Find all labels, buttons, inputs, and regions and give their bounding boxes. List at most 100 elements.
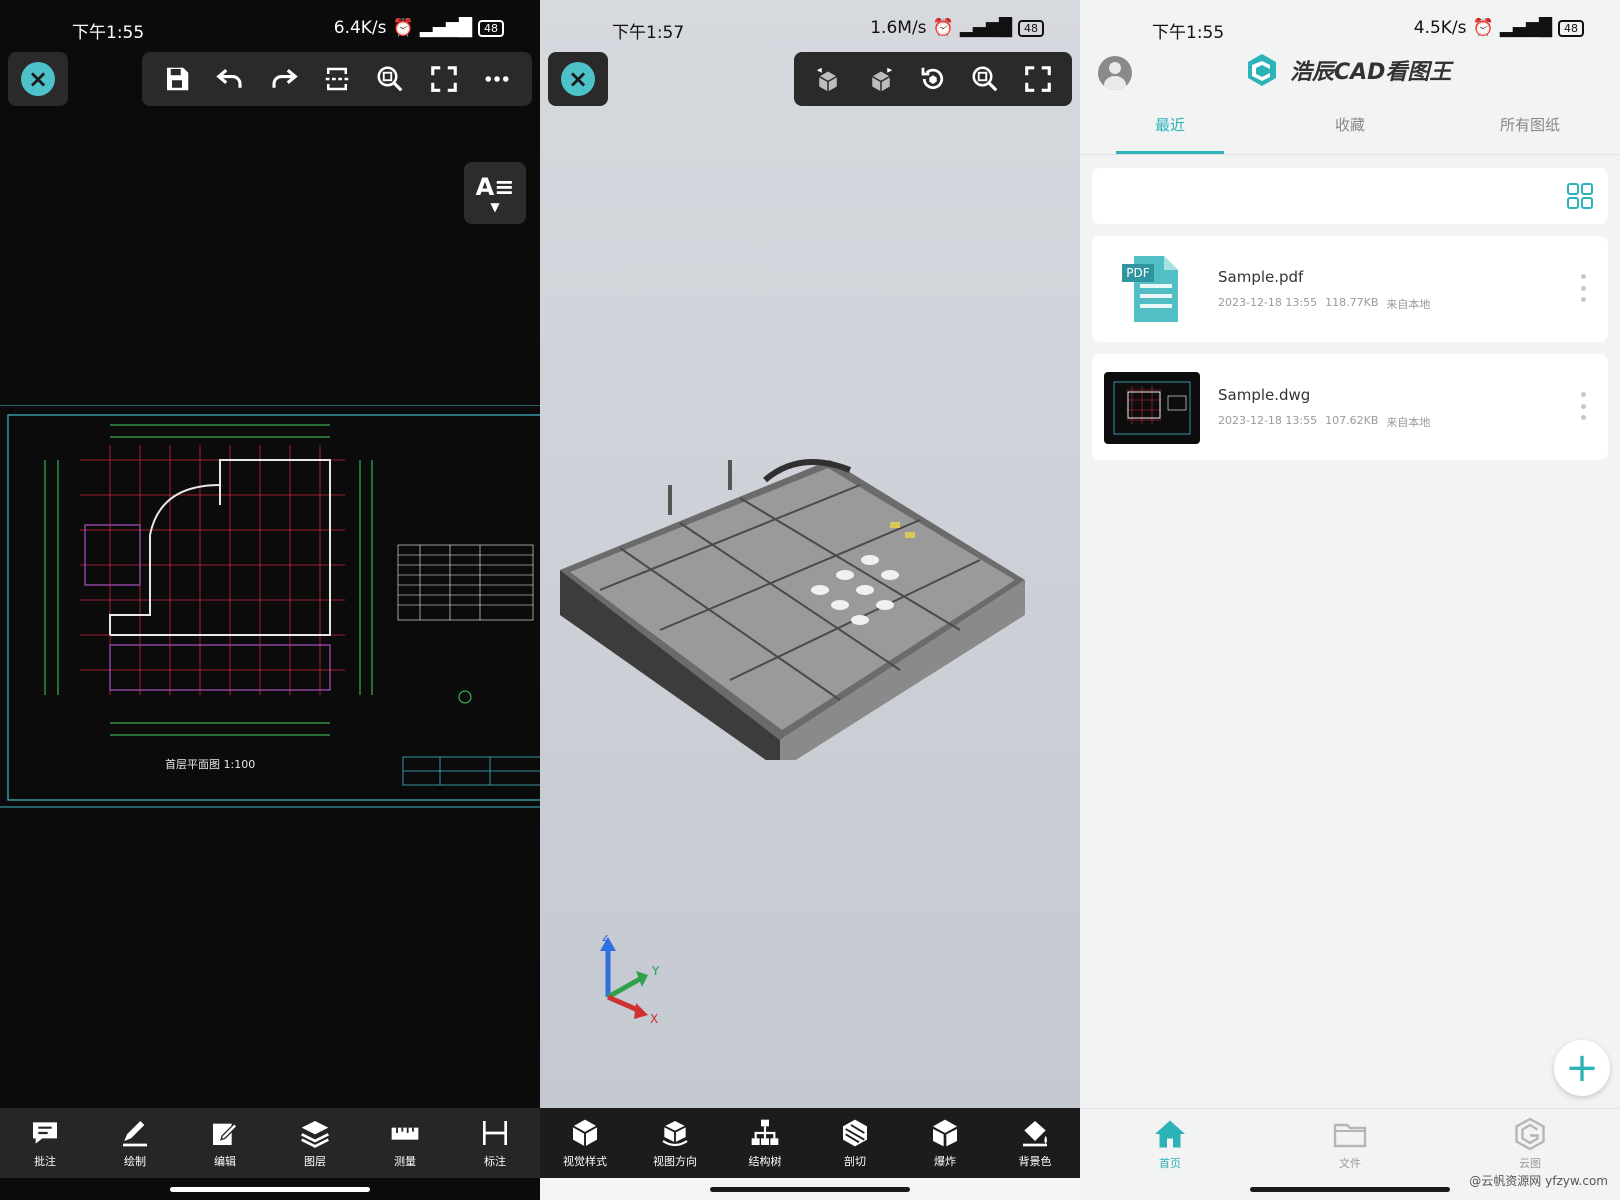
- tool-label: 爆炸: [934, 1155, 956, 1168]
- tool-structure-tree[interactable]: 结构树: [720, 1117, 810, 1169]
- text-style-button[interactable]: A≡ ▼: [464, 162, 526, 224]
- close-icon: ×: [561, 62, 595, 96]
- text-style-label: A≡: [475, 173, 515, 201]
- tool-visual-style[interactable]: 视觉样式: [540, 1117, 630, 1169]
- nav-cloud[interactable]: 云图: [1440, 1110, 1620, 1180]
- more-icon[interactable]: [477, 59, 517, 99]
- tab-favorites[interactable]: 收藏: [1260, 104, 1440, 154]
- status-bar: 下午1:55 4.5K/s ⏰ ▂▄▆█ 48: [1080, 0, 1620, 44]
- top-toolbar: [142, 52, 532, 106]
- bottom-toolbar: 批注 绘制 编辑 图层 测量 标注: [0, 1108, 540, 1178]
- network-speed: 1.6M/s: [870, 18, 927, 38]
- reset-view-icon[interactable]: [913, 59, 953, 99]
- tool-view-direction[interactable]: 视图方向: [630, 1117, 720, 1169]
- grid-view-icon[interactable]: [1566, 182, 1594, 210]
- nav-label: 首页: [1159, 1157, 1181, 1170]
- plus-icon: +: [1565, 1045, 1599, 1091]
- viewer-2d-panel: 下午1:55 6.4K/s ⏰ ▂▄▆█ 48 × A≡ ▼ 首层平面图 1:1…: [0, 0, 540, 1200]
- pencil-icon: [123, 1121, 147, 1147]
- save-icon[interactable]: [157, 59, 197, 99]
- divider: [1080, 1108, 1620, 1109]
- section-cut-icon: [843, 1119, 867, 1147]
- folder-icon: [1333, 1123, 1367, 1148]
- battery-icon: 48: [1018, 19, 1044, 37]
- app-logo-icon: [1248, 54, 1276, 86]
- home-panel: 下午1:55 4.5K/s ⏰ ▂▄▆█ 48 浩辰CAD看图王 最近 收藏 所…: [1080, 0, 1620, 1200]
- home-indicator: [1250, 1187, 1450, 1192]
- tool-draw[interactable]: 绘制: [90, 1117, 180, 1169]
- more-options-icon[interactable]: [1580, 274, 1586, 302]
- structure-tree-icon: [751, 1119, 779, 1145]
- cube-rotate-left-icon[interactable]: [808, 59, 848, 99]
- tool-label: 视图方向: [653, 1155, 697, 1168]
- comment-icon: [33, 1122, 57, 1144]
- 3d-model-canvas[interactable]: [540, 440, 1080, 760]
- tool-label: 批注: [34, 1155, 56, 1168]
- tool-explode[interactable]: 爆炸: [900, 1117, 990, 1169]
- signal-icon: ▂▄▆█: [1499, 18, 1552, 38]
- network-speed: 4.5K/s: [1413, 18, 1467, 38]
- redo-icon[interactable]: [264, 59, 304, 99]
- status-right: 6.4K/s ⏰ ▂▄▆█ 48: [334, 18, 504, 38]
- close-icon: ×: [21, 62, 55, 96]
- search-bar[interactable]: [1092, 168, 1608, 224]
- close-button[interactable]: ×: [8, 52, 68, 106]
- alarm-icon: ⏰: [932, 18, 954, 38]
- tab-recent[interactable]: 最近: [1080, 104, 1260, 154]
- section-icon[interactable]: [317, 59, 357, 99]
- tool-section-cut[interactable]: 剖切: [810, 1117, 900, 1169]
- undo-icon[interactable]: [210, 59, 250, 99]
- axis-z-label: Z: [602, 935, 610, 944]
- file-item-pdf[interactable]: PDF Sample.pdf 2023-12-18 13:55 118.77KB…: [1092, 236, 1608, 342]
- axis-triad: Z Y X: [600, 935, 660, 1025]
- tool-label: 测量: [394, 1155, 416, 1168]
- file-size: 118.77KB: [1325, 296, 1379, 309]
- file-date: 2023-12-18 13:55: [1218, 296, 1318, 309]
- tool-dimension[interactable]: 标注: [450, 1117, 540, 1169]
- bottom-nav: 首页 文件 云图: [1080, 1110, 1620, 1180]
- bottom-toolbar: 视觉样式 视图方向 结构树 剖切 爆炸 背景色: [540, 1108, 1080, 1178]
- pdf-file-icon: PDF: [1122, 256, 1178, 322]
- file-source: 来自本地: [1386, 298, 1431, 311]
- tab-all-drawings[interactable]: 所有图纸: [1440, 104, 1620, 154]
- nav-files[interactable]: 文件: [1260, 1110, 1440, 1180]
- visual-style-icon: [572, 1119, 598, 1147]
- fullscreen-icon[interactable]: [1018, 59, 1058, 99]
- app-name: 浩辰CAD看图王: [1290, 60, 1452, 85]
- ruler-icon: [391, 1127, 419, 1140]
- file-meta: 2023-12-18 13:55 107.62KB 来自本地: [1218, 414, 1430, 430]
- file-name: Sample.dwg: [1218, 386, 1311, 404]
- fullscreen-icon[interactable]: [424, 59, 464, 99]
- more-options-icon[interactable]: [1580, 392, 1586, 420]
- file-item-dwg[interactable]: Sample.dwg 2023-12-18 13:55 107.62KB 来自本…: [1092, 354, 1608, 460]
- home-icon: [1155, 1120, 1185, 1148]
- tool-edit[interactable]: 编辑: [180, 1117, 270, 1169]
- close-button[interactable]: ×: [548, 52, 608, 106]
- nav-home[interactable]: 首页: [1080, 1110, 1260, 1180]
- status-right: 1.6M/s ⏰ ▂▄▆█ 48: [870, 18, 1044, 38]
- cad-drawing-canvas[interactable]: 首层平面图 1:100: [0, 405, 540, 810]
- tool-layers[interactable]: 图层: [270, 1117, 360, 1169]
- tab-bar: 最近 收藏 所有图纸: [1080, 104, 1620, 154]
- zoom-extents-icon[interactable]: [965, 59, 1005, 99]
- file-size: 107.62KB: [1325, 414, 1379, 427]
- tool-measure[interactable]: 测量: [360, 1117, 450, 1169]
- file-name: Sample.pdf: [1218, 268, 1304, 286]
- tool-label: 标注: [484, 1155, 506, 1168]
- tool-background-color[interactable]: 背景色: [990, 1117, 1080, 1169]
- tool-label: 绘制: [124, 1155, 146, 1168]
- axis-x-label: X: [650, 1012, 658, 1025]
- add-file-button[interactable]: +: [1554, 1040, 1610, 1096]
- tool-comment[interactable]: 批注: [0, 1117, 90, 1169]
- status-time: 下午1:55: [1152, 23, 1225, 43]
- cube-rotate-right-icon[interactable]: [861, 59, 901, 99]
- pdf-badge: PDF: [1126, 266, 1149, 280]
- zoom-extents-icon[interactable]: [370, 59, 410, 99]
- alarm-icon: ⏰: [1472, 18, 1494, 38]
- layers-icon: [301, 1121, 329, 1148]
- file-meta: 2023-12-18 13:55 118.77KB 来自本地: [1218, 296, 1430, 312]
- nav-label: 文件: [1339, 1157, 1361, 1170]
- status-right: 4.5K/s ⏰ ▂▄▆█ 48: [1414, 18, 1584, 38]
- background-color-icon: [1023, 1121, 1047, 1147]
- avatar[interactable]: [1098, 56, 1132, 90]
